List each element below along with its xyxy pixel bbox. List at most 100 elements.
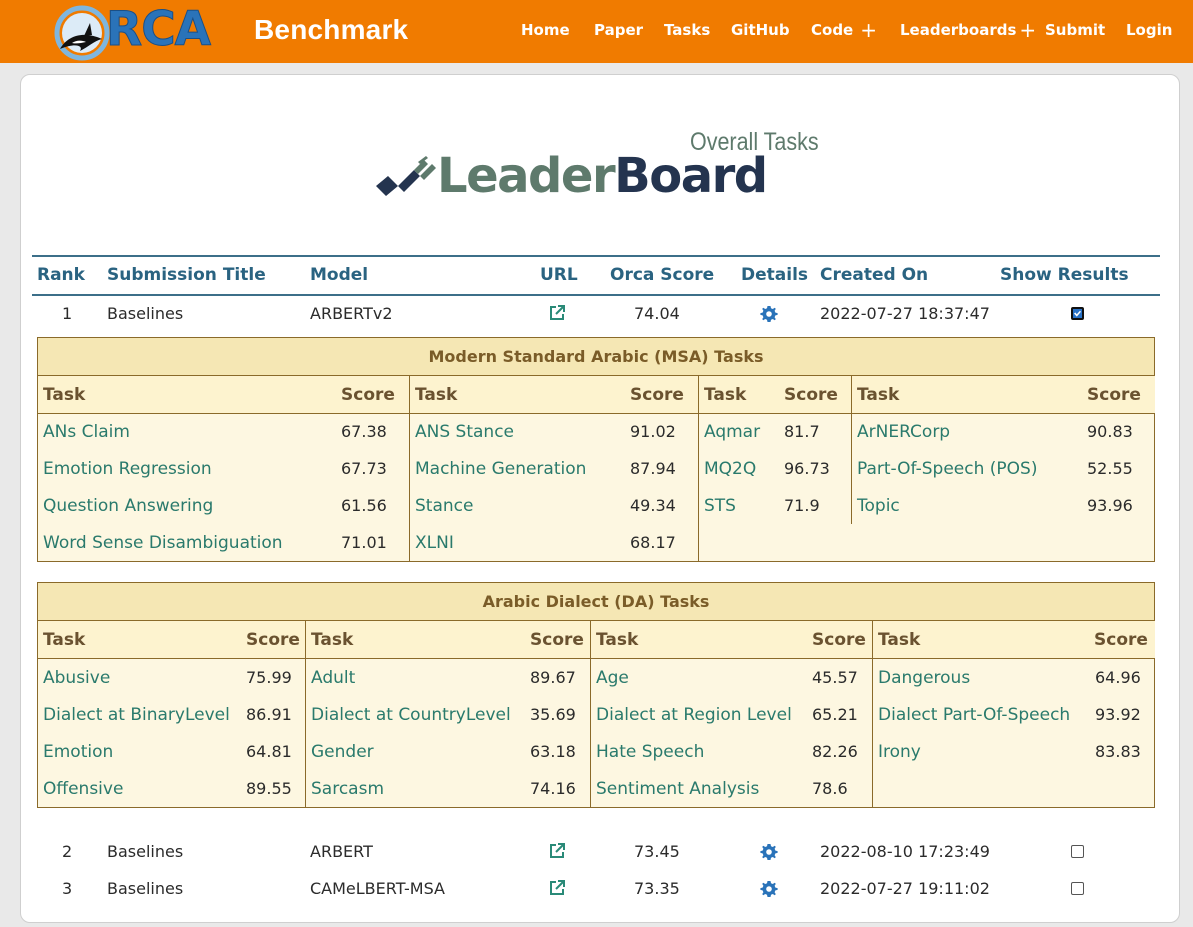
row-title: Baselines	[107, 879, 184, 898]
header-model[interactable]: Model	[310, 264, 368, 286]
task-link[interactable]: Adult	[311, 667, 355, 689]
task-link[interactable]: Irony	[878, 741, 921, 763]
task-link[interactable]: Word Sense Disambiguation	[43, 532, 283, 554]
show-results-checkbox[interactable]	[1071, 845, 1084, 858]
external-link-icon[interactable]	[548, 842, 566, 860]
task-header: Task	[857, 385, 900, 405]
banner-title: LeaderBoard	[437, 148, 768, 204]
task-link[interactable]: STS	[704, 495, 736, 517]
task-score: 65.21	[812, 705, 858, 724]
nav-leaderboards[interactable]: Leaderboards +	[900, 20, 1036, 40]
nav-home[interactable]: Home	[521, 20, 570, 40]
nav-github[interactable]: GitHub	[731, 20, 790, 40]
task-link[interactable]: Offensive	[43, 778, 123, 800]
task-header: Task	[878, 630, 921, 650]
task-score: 81.7	[784, 422, 820, 441]
gear-icon[interactable]	[760, 843, 778, 861]
task-score: 67.73	[341, 459, 387, 478]
nav-code[interactable]: Code +	[811, 20, 877, 40]
da-column-header: Task Score	[306, 621, 590, 659]
task-score: 96.73	[784, 459, 830, 478]
task-link[interactable]: ANs Claim	[43, 421, 130, 443]
task-link[interactable]: Sarcasm	[311, 778, 384, 800]
task-link[interactable]: Dialect Part-Of-Speech	[878, 704, 1070, 726]
task-score: 74.16	[530, 779, 576, 798]
msa-tasks-panel: Modern Standard Arabic (MSA) Tasks Task …	[37, 337, 1155, 562]
task-score: 90.83	[1087, 422, 1133, 441]
task-score: 83.83	[1095, 742, 1141, 761]
external-link-icon[interactable]	[548, 879, 566, 897]
header-details[interactable]: Details	[741, 264, 808, 286]
task-link[interactable]: Dialect at BinaryLevel	[43, 704, 230, 726]
task-score: 93.96	[1087, 496, 1133, 515]
task-score: 45.57	[812, 668, 858, 687]
header-submission-title[interactable]: Submission Title	[107, 264, 266, 286]
score-header: Score	[1094, 630, 1148, 650]
da-column-header: Task Score	[591, 621, 872, 659]
task-link[interactable]: Aqmar	[704, 421, 760, 443]
show-results-checkbox[interactable]	[1071, 307, 1084, 320]
task-link[interactable]: Sentiment Analysis	[596, 778, 759, 800]
task-link[interactable]: Age	[596, 667, 629, 689]
score-header: Score	[530, 630, 584, 650]
task-score: 91.02	[630, 422, 676, 441]
row-rank: 1	[62, 304, 73, 323]
task-score: 35.69	[530, 705, 576, 724]
task-link[interactable]: ANS Stance	[415, 421, 514, 443]
plus-icon: +	[860, 18, 877, 42]
task-link[interactable]: Question Answering	[43, 495, 213, 517]
task-link[interactable]: Emotion Regression	[43, 458, 212, 480]
task-score: 89.67	[530, 668, 576, 687]
row-rank: 3	[62, 879, 73, 898]
msa-column-1: Task Score ANs Claim 67.38 Emotion Regre…	[38, 376, 409, 562]
header-created-on[interactable]: Created On	[820, 264, 928, 286]
row-orca-score: 73.45	[634, 842, 680, 861]
task-link[interactable]: Machine Generation	[415, 458, 586, 480]
plus-icon: +	[1019, 18, 1037, 42]
header-orca-score[interactable]: Orca Score	[610, 264, 714, 286]
task-score: 52.55	[1087, 459, 1133, 478]
task-link[interactable]: Stance	[415, 495, 473, 517]
top-navbar: RCA Benchmark Home Paper Tasks GitHub Co…	[0, 0, 1193, 63]
msa-column-header: Task Score	[699, 376, 851, 414]
row-title: Baselines	[107, 304, 184, 323]
da-column-header: Task Score	[38, 621, 305, 659]
external-link-icon[interactable]	[548, 304, 566, 322]
task-score: 93.92	[1095, 705, 1141, 724]
task-score: 63.18	[530, 742, 576, 761]
task-score: 64.96	[1095, 668, 1141, 687]
task-link[interactable]: XLNI	[415, 532, 454, 554]
task-link[interactable]: Part-Of-Speech (POS)	[857, 458, 1037, 480]
task-link[interactable]: ArNERCorp	[857, 421, 950, 443]
logo-wordmark[interactable]: RCA	[105, 2, 211, 58]
nav-leaderboards-label: Leaderboards	[900, 21, 1017, 39]
orca-logo-icon[interactable]	[54, 5, 110, 61]
nav-login[interactable]: Login	[1126, 20, 1172, 40]
nav-paper[interactable]: Paper	[594, 20, 643, 40]
row-created-on: 2022-07-27 19:11:02	[820, 879, 990, 898]
task-link[interactable]: Dangerous	[878, 667, 970, 689]
task-score: 68.17	[630, 533, 676, 552]
row-model: ARBERTv2	[310, 304, 393, 323]
da-column-3: Task Score Age 45.57 Dialect at Region L…	[591, 621, 872, 808]
header-show-results[interactable]: Show Results	[1000, 264, 1129, 286]
gear-icon[interactable]	[760, 305, 778, 323]
brand-title[interactable]: Benchmark	[254, 12, 408, 48]
task-link[interactable]: MQ2Q	[704, 458, 756, 480]
task-link[interactable]: Hate Speech	[596, 741, 704, 763]
task-link[interactable]: Dialect at CountryLevel	[311, 704, 511, 726]
task-link[interactable]: Gender	[311, 741, 374, 763]
header-url[interactable]: URL	[540, 264, 578, 286]
nav-submit[interactable]: Submit	[1045, 20, 1105, 40]
task-link[interactable]: Topic	[857, 495, 900, 517]
task-link[interactable]: Dialect at Region Level	[596, 704, 792, 726]
show-results-checkbox[interactable]	[1071, 882, 1084, 895]
header-rank[interactable]: Rank	[37, 264, 85, 286]
task-link[interactable]: Emotion	[43, 741, 113, 763]
row-orca-score: 73.35	[634, 879, 680, 898]
nav-tasks[interactable]: Tasks	[664, 20, 710, 40]
row-model: CAMeLBERT-MSA	[310, 879, 445, 898]
gear-icon[interactable]	[760, 880, 778, 898]
task-link[interactable]: Abusive	[43, 667, 110, 689]
task-score: 64.81	[246, 742, 292, 761]
